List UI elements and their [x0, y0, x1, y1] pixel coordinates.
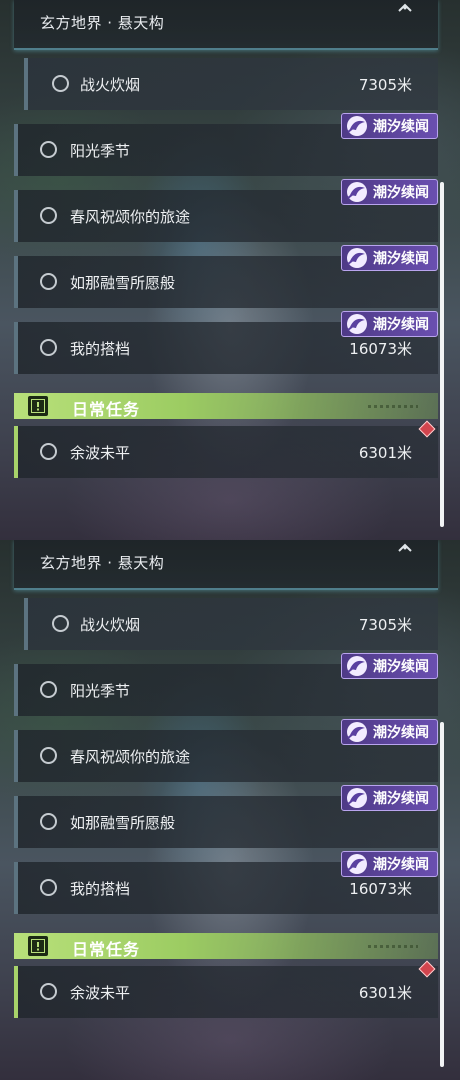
quest-item[interactable]: 战火炊烟 7305米: [24, 58, 438, 110]
tidal-tag-badge: 潮汐续闻: [341, 653, 438, 679]
tidal-wave-icon: [347, 788, 367, 808]
tidal-tag-badge: 潮汐续闻: [341, 179, 438, 205]
daily-quests-header[interactable]: 日常任务: [14, 933, 438, 959]
scrollbar[interactable]: [440, 722, 444, 1067]
tidal-tag-badge: 潮汐续闻: [341, 785, 438, 811]
quest-tracker-panel: 玄方地界 · 悬天构 战火炊烟 7305米 阳光季节 春风祝颂你的旅途 如那融雪…: [0, 540, 460, 1080]
daily-header-decoration: [368, 945, 418, 948]
region-title: 玄方地界 · 悬天构: [40, 14, 165, 32]
region-header[interactable]: 玄方地界 · 悬天构: [14, 0, 438, 50]
quest-label: 阳光季节: [70, 142, 131, 160]
tag-label: 潮汐续闻: [373, 725, 429, 741]
quest-radio-icon[interactable]: [52, 75, 69, 92]
tidal-wave-icon: [347, 182, 367, 202]
quest-distance: 7305米: [358, 616, 412, 634]
quest-distance: 16073米: [349, 880, 412, 898]
quest-label: 战火炊烟: [80, 616, 141, 634]
tidal-wave-icon: [347, 854, 367, 874]
daily-quests-header[interactable]: 日常任务: [14, 393, 438, 419]
quest-radio-icon[interactable]: [40, 813, 57, 830]
region-header[interactable]: 玄方地界 · 悬天构: [14, 540, 438, 590]
quest-distance: 16073米: [349, 340, 412, 358]
tidal-wave-icon: [347, 314, 367, 334]
daily-quest-item[interactable]: 余波未平 6301米: [14, 426, 438, 478]
scrollbar[interactable]: [440, 182, 444, 527]
quest-radio-icon[interactable]: [52, 615, 69, 632]
tidal-wave-icon: [347, 116, 367, 136]
quest-radio-icon[interactable]: [40, 681, 57, 698]
quest-radio-icon[interactable]: [40, 339, 57, 356]
region-title: 玄方地界 · 悬天构: [40, 554, 165, 572]
quest-radio-icon[interactable]: [40, 983, 57, 1000]
quest-radio-icon[interactable]: [40, 879, 57, 896]
tidal-tag-badge: 潮汐续闻: [341, 113, 438, 139]
quest-item[interactable]: 战火炊烟 7305米: [24, 598, 438, 650]
quest-distance: 6301米: [358, 984, 412, 1002]
tidal-wave-icon: [347, 656, 367, 676]
quest-label: 我的搭档: [70, 880, 131, 898]
tag-label: 潮汐续闻: [373, 791, 429, 807]
quest-tracker-panel: 玄方地界 · 悬天构 战火炊烟 7305米 阳光季节 春风祝颂你的旅途 如那融雪…: [0, 0, 460, 540]
tag-label: 潮汐续闻: [373, 659, 429, 675]
daily-quest-item[interactable]: 余波未平 6301米: [14, 966, 438, 1018]
collapse-caret-icon[interactable]: [398, 3, 412, 13]
quest-label: 战火炊烟: [80, 76, 141, 94]
daily-quests-title: 日常任务: [72, 400, 141, 419]
tag-label: 潮汐续闻: [373, 119, 429, 135]
quest-distance: 6301米: [358, 444, 412, 462]
tidal-tag-badge: 潮汐续闻: [341, 245, 438, 271]
tag-label: 潮汐续闻: [373, 317, 429, 333]
quest-label: 春风祝颂你的旅途: [70, 748, 191, 766]
exclamation-icon: [28, 396, 48, 416]
quest-label: 如那融雪所愿般: [70, 274, 176, 292]
tag-label: 潮汐续闻: [373, 857, 429, 873]
tidal-tag-badge: 潮汐续闻: [341, 311, 438, 337]
quest-label: 余波未平: [70, 984, 131, 1002]
quest-distance: 7305米: [358, 76, 412, 94]
quest-label: 余波未平: [70, 444, 131, 462]
tag-label: 潮汐续闻: [373, 185, 429, 201]
quest-radio-icon[interactable]: [40, 273, 57, 290]
tidal-tag-badge: 潮汐续闻: [341, 851, 438, 877]
exclamation-icon: [28, 936, 48, 956]
quest-radio-icon[interactable]: [40, 207, 57, 224]
tidal-wave-icon: [347, 248, 367, 268]
daily-header-decoration: [368, 405, 418, 408]
tidal-wave-icon: [347, 722, 367, 742]
quest-radio-icon[interactable]: [40, 747, 57, 764]
quest-radio-icon[interactable]: [40, 141, 57, 158]
tidal-tag-badge: 潮汐续闻: [341, 719, 438, 745]
quest-radio-icon[interactable]: [40, 443, 57, 460]
collapse-caret-icon[interactable]: [398, 543, 412, 553]
quest-label: 如那融雪所愿般: [70, 814, 176, 832]
quest-label: 春风祝颂你的旅途: [70, 208, 191, 226]
quest-label: 我的搭档: [70, 340, 131, 358]
tag-label: 潮汐续闻: [373, 251, 429, 267]
daily-quests-title: 日常任务: [72, 940, 141, 959]
quest-label: 阳光季节: [70, 682, 131, 700]
